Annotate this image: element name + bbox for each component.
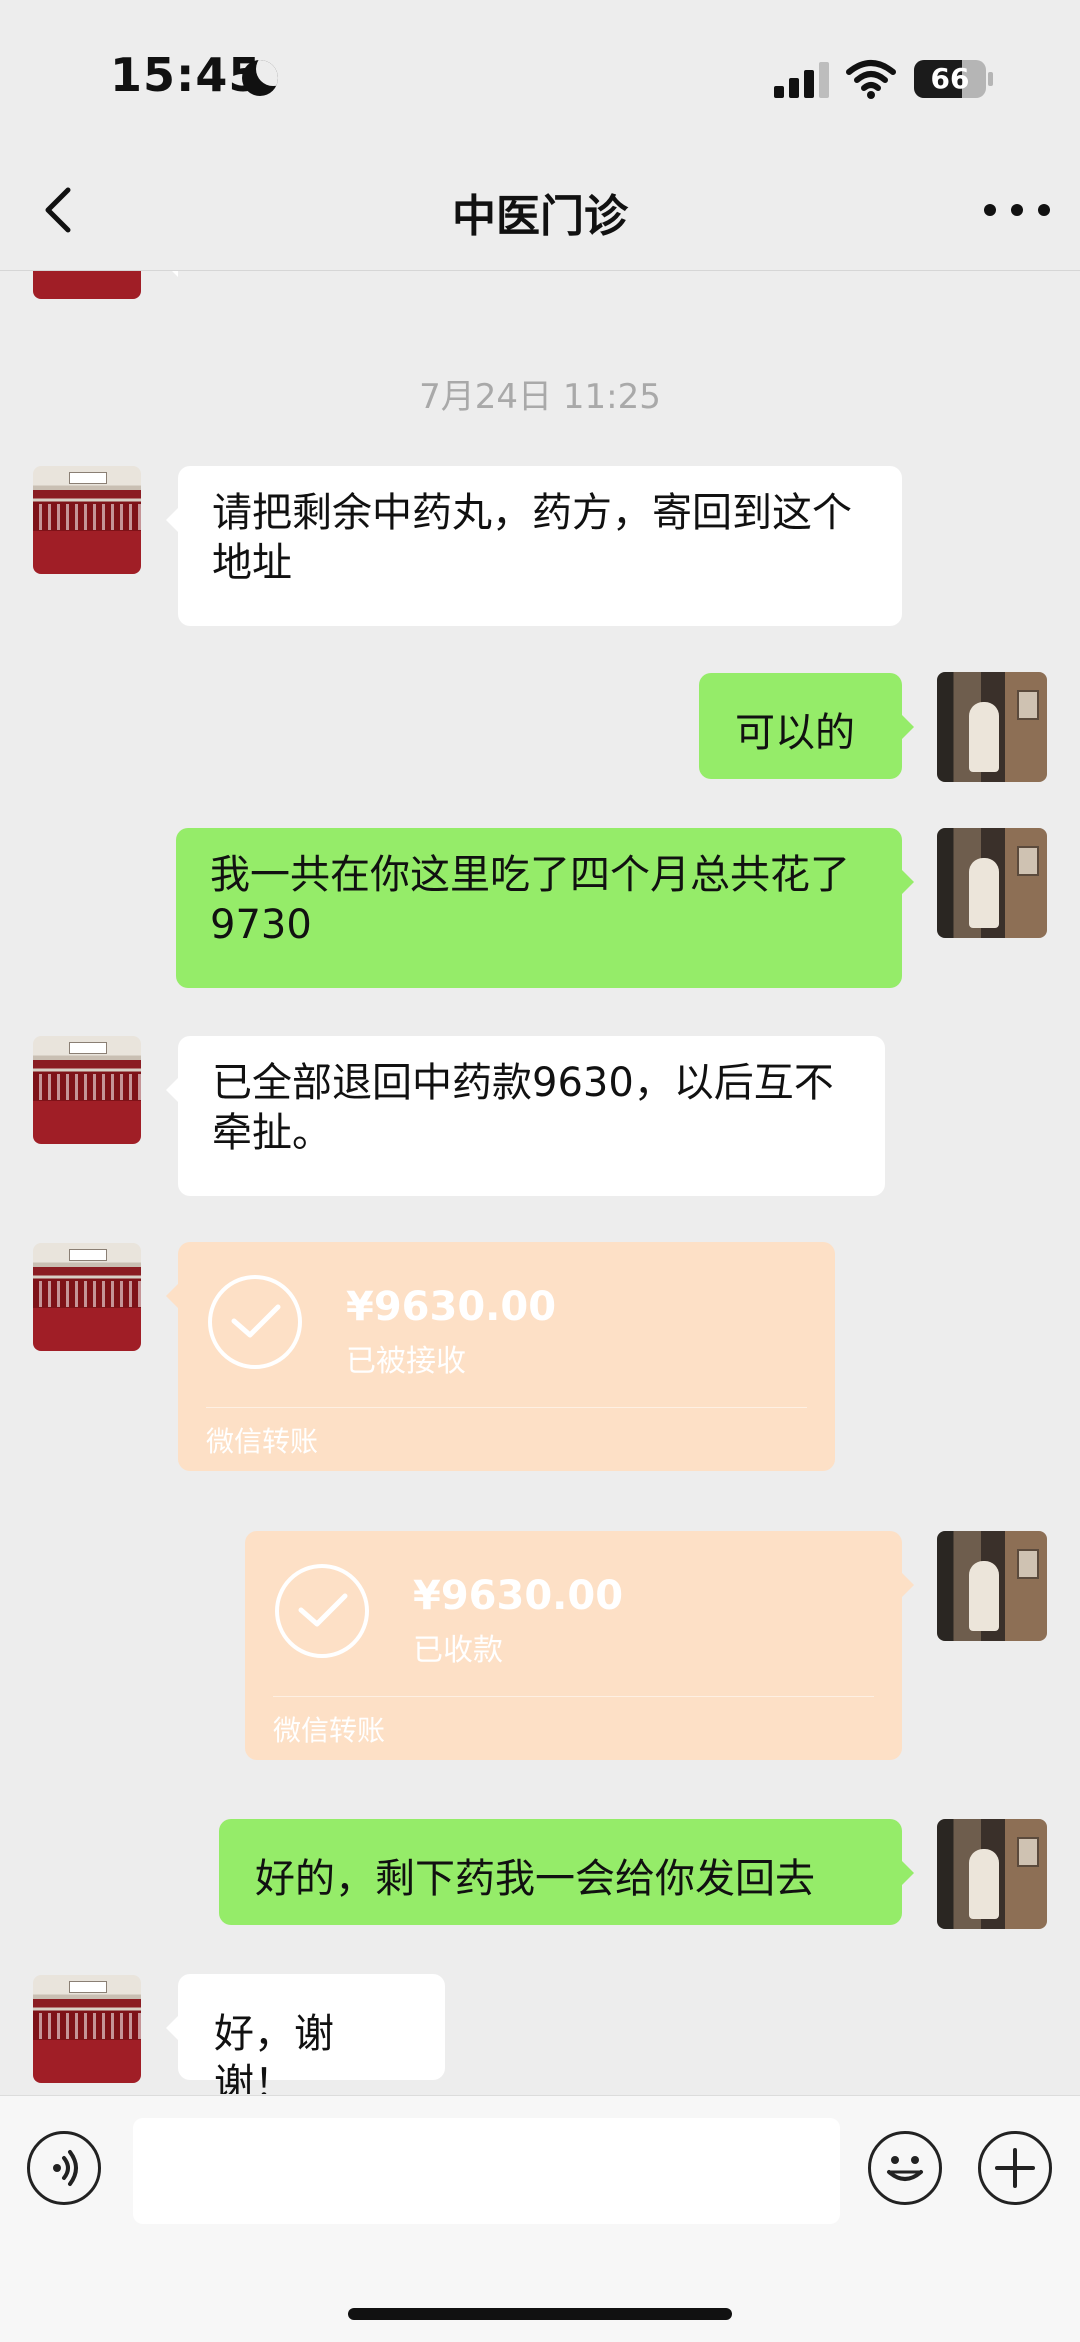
emoji-icon[interactable] <box>868 2131 942 2205</box>
battery-icon: 66 <box>914 60 986 98</box>
more-icon[interactable] <box>984 200 1054 220</box>
wifi-icon <box>846 60 896 99</box>
page-title: 中医门诊 <box>452 191 628 242</box>
message-timestamp: 7月24日 11:25 <box>419 377 661 417</box>
transfer-divider <box>273 1696 874 1697</box>
contact-avatar[interactable] <box>33 1243 141 1351</box>
transfer-status: 已收款 <box>413 1633 503 1668</box>
transfer-label: 微信转账 <box>206 1425 319 1458</box>
outgoing-message[interactable]: 我一共在你这里吃了四个月总共花了9730 <box>176 828 914 988</box>
message-input[interactable] <box>133 2118 840 2224</box>
contact-avatar[interactable] <box>33 271 141 299</box>
check-icon <box>275 1564 369 1658</box>
voice-icon[interactable] <box>27 2131 101 2205</box>
status-bar: 15:45 66 <box>0 0 1080 150</box>
check-icon <box>208 1275 302 1369</box>
transfer-amount: ¥9630.00 <box>346 1284 557 1330</box>
plus-icon[interactable] <box>978 2131 1052 2205</box>
user-avatar[interactable] <box>937 828 1047 938</box>
input-bar <box>0 2095 1080 2342</box>
battery-percent: 66 <box>930 62 970 95</box>
signal-icon <box>774 62 830 98</box>
moon-icon <box>242 60 278 96</box>
chat-list[interactable]: 7月24日 11:25 请把剩余中药丸，药方，寄回到这个地址 可以的 我一共在你… <box>0 271 1080 2094</box>
incoming-message[interactable]: 已全部退回中药款9630，以后互不牵扯。 <box>166 1036 885 1196</box>
transfer-label: 微信转账 <box>273 1714 386 1747</box>
transfer-status: 已被接收 <box>346 1344 466 1379</box>
transfer-divider <box>206 1407 807 1408</box>
contact-avatar[interactable] <box>33 1036 141 1144</box>
incoming-message[interactable]: 请把剩余中药丸，药方，寄回到这个地址 <box>166 466 902 626</box>
transfer-card[interactable]: ¥9630.00 已被接收 微信转账 <box>166 1242 835 1471</box>
outgoing-message[interactable]: 可以的 <box>699 673 914 779</box>
incoming-message[interactable]: 好，谢谢！ <box>166 1974 445 2094</box>
nav-bar: 中医门诊 <box>0 150 1080 271</box>
contact-avatar[interactable] <box>33 1975 141 2083</box>
battery-tip <box>988 72 993 86</box>
status-time: 15:45 <box>110 48 262 102</box>
user-avatar[interactable] <box>937 672 1047 782</box>
home-indicator[interactable] <box>348 2308 732 2320</box>
user-avatar[interactable] <box>937 1819 1047 1929</box>
transfer-card[interactable]: ¥9630.00 已收款 微信转账 <box>245 1531 914 1760</box>
user-avatar[interactable] <box>937 1531 1047 1641</box>
contact-avatar[interactable] <box>33 466 141 574</box>
outgoing-message[interactable]: 好的，剩下药我一会给你发回去 <box>219 1819 914 1925</box>
transfer-amount: ¥9630.00 <box>413 1573 624 1619</box>
